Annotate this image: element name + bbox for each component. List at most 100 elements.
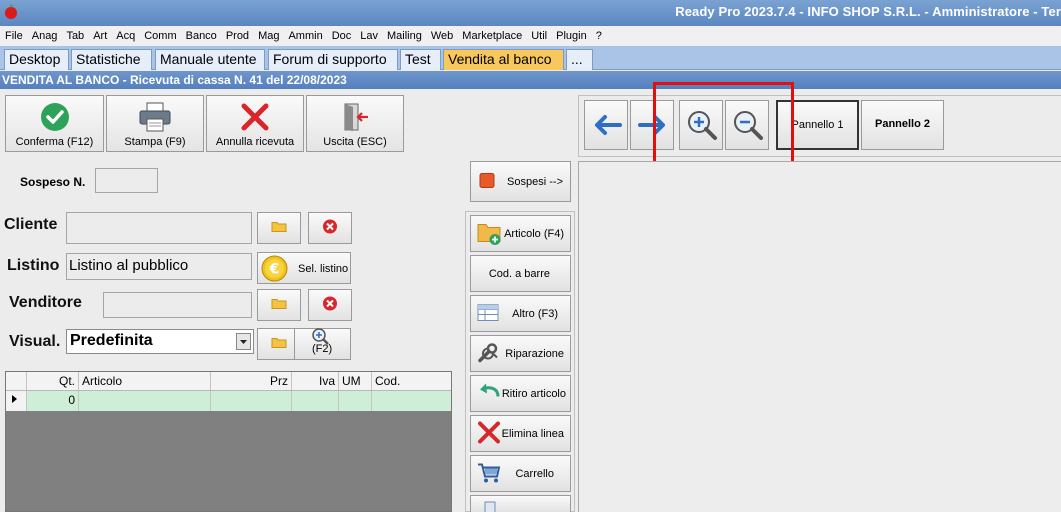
menu-prod[interactable]: Prod (226, 30, 249, 42)
menu-lav[interactable]: Lav (360, 30, 378, 42)
panel-area[interactable] (578, 161, 1061, 512)
tab-manuale-utente[interactable]: Manuale utente (155, 49, 265, 70)
delete-line-button-label: Elimina linea (501, 427, 564, 440)
cart-button-label: Carrello (515, 467, 554, 480)
cell-vat[interactable] (292, 391, 339, 411)
table-grid-icon (477, 303, 499, 324)
menu-web[interactable]: Web (431, 30, 453, 42)
clear-circle-icon (322, 219, 338, 238)
chevron-down-icon[interactable] (236, 333, 251, 350)
suspended-number-field[interactable] (95, 168, 158, 193)
view-search-button[interactable]: (F2) (294, 328, 351, 360)
suspended-button[interactable]: Sospesi --> (470, 161, 571, 202)
panel-2-button[interactable]: Pannello 2 (861, 100, 944, 150)
exit-button[interactable]: Uscita (ESC) (306, 95, 404, 152)
menu-bar: File Anag Tab Art Acq Comm Banco Prod Ma… (0, 26, 1061, 46)
back-button[interactable] (584, 100, 628, 150)
cell-price[interactable] (211, 391, 292, 411)
repair-button-label: Riparazione (505, 347, 564, 360)
pricelist-label: Listino (7, 257, 60, 274)
tab-vendita-al-banco[interactable]: Vendita al banco (443, 49, 564, 70)
app-icon[interactable] (4, 4, 18, 20)
select-pricelist-button[interactable]: € Sel. listino (257, 252, 351, 284)
document-header: VENDITA AL BANCO - Ricevuta di cassa N. … (0, 71, 1061, 89)
article-grid[interactable]: Qt. Articolo Prz Iva UM Cod. 0 (5, 371, 452, 512)
menu-ammin[interactable]: Ammin (288, 30, 322, 42)
partial-icon (483, 500, 497, 512)
article-button[interactable]: Articolo (F4) (470, 215, 571, 252)
column-code[interactable]: Cod. (372, 372, 451, 390)
tab-forum-di-supporto[interactable]: Forum di supporto (268, 49, 398, 70)
red-x-icon (240, 102, 270, 135)
cancel-receipt-button[interactable]: Annulla ricevuta (206, 95, 304, 152)
view-label: Visual. (9, 333, 61, 350)
menu-doc[interactable]: Doc (332, 30, 352, 42)
grid-header: Qt. Articolo Prz Iva UM Cod. (6, 372, 451, 391)
column-price[interactable]: Prz (211, 372, 292, 390)
wrench-icon (477, 341, 499, 366)
suspended-label: Sospeso N. (20, 175, 86, 189)
return-arrow-icon (477, 382, 501, 405)
cancel-receipt-label: Annulla ricevuta (215, 136, 295, 148)
menu-art[interactable]: Art (93, 30, 107, 42)
menu-marketplace[interactable]: Marketplace (462, 30, 522, 42)
cart-button[interactable]: Carrello (470, 455, 571, 492)
title-bar: Ready Pro 2023.7.4 - INFO SHOP S.R.L. - … (0, 0, 1061, 26)
seller-field[interactable] (103, 292, 252, 318)
menu-anag[interactable]: Anag (32, 30, 58, 42)
article-button-label: Articolo (F4) (504, 227, 564, 240)
menu-mag[interactable]: Mag (258, 30, 279, 42)
customer-field[interactable] (66, 212, 252, 244)
view-select[interactable]: Predefinita (66, 329, 254, 354)
menu-tab[interactable]: Tab (66, 30, 84, 42)
column-qty[interactable]: Qt. (27, 372, 79, 390)
return-article-button[interactable]: Ritiro articolo (470, 375, 571, 412)
customer-browse-button[interactable] (257, 212, 301, 244)
seller-clear-button[interactable] (308, 289, 352, 321)
svg-text:€: € (269, 262, 280, 278)
menu-banco[interactable]: Banco (186, 30, 217, 42)
barcode-button[interactable]: Cod. a barre (470, 255, 571, 292)
menu-mailing[interactable]: Mailing (387, 30, 422, 42)
cell-code[interactable] (372, 391, 451, 411)
euro-coin-icon: € (261, 255, 288, 285)
clear-circle-icon (322, 296, 338, 315)
delete-x-icon (477, 420, 501, 447)
column-vat[interactable]: Iva (292, 372, 339, 390)
barcode-button-label: Cod. a barre (488, 267, 550, 280)
customer-clear-button[interactable] (308, 212, 352, 244)
more-side-button[interactable] (470, 495, 571, 512)
pricelist-field[interactable]: Listino al pubblico (66, 253, 252, 280)
panel-2-label: Pannello 2 (874, 118, 931, 130)
tab-desktop[interactable]: Desktop (4, 49, 69, 70)
confirm-button[interactable]: Conferma (F12) (5, 95, 104, 152)
arrow-left-icon (592, 113, 622, 140)
suspended-button-label: Sospesi --> (507, 175, 563, 188)
tab-test[interactable]: Test (400, 49, 441, 70)
select-pricelist-label: Sel. listino (298, 263, 349, 275)
repair-button[interactable]: Riparazione (470, 335, 571, 372)
menu-comm[interactable]: Comm (144, 30, 176, 42)
menu-help[interactable]: ? (596, 30, 602, 42)
pricelist-value: Listino al pubblico (69, 257, 189, 274)
column-article[interactable]: Articolo (79, 372, 211, 390)
table-row[interactable]: 0 (6, 391, 451, 411)
folder-icon (271, 337, 287, 352)
seller-label: Venditore (9, 294, 82, 311)
delete-line-button[interactable]: Elimina linea (470, 415, 571, 452)
menu-plugin[interactable]: Plugin (556, 30, 587, 42)
menu-util[interactable]: Util (531, 30, 547, 42)
tab-more[interactable]: ... (566, 49, 593, 70)
return-article-button-label: Ritiro articolo (501, 387, 566, 400)
cell-article[interactable] (79, 391, 211, 411)
window-title: Ready Pro 2023.7.4 - INFO SHOP S.R.L. - … (675, 4, 1061, 19)
seller-browse-button[interactable] (257, 289, 301, 321)
other-button[interactable]: Altro (F3) (470, 295, 571, 332)
tab-statistiche[interactable]: Statistiche (71, 49, 152, 70)
menu-acq[interactable]: Acq (116, 30, 135, 42)
menu-file[interactable]: File (5, 30, 23, 42)
cell-um[interactable] (339, 391, 372, 411)
print-button[interactable]: Stampa (F9) (106, 95, 204, 152)
cell-qty[interactable]: 0 (27, 391, 79, 411)
column-um[interactable]: UM (339, 372, 372, 390)
